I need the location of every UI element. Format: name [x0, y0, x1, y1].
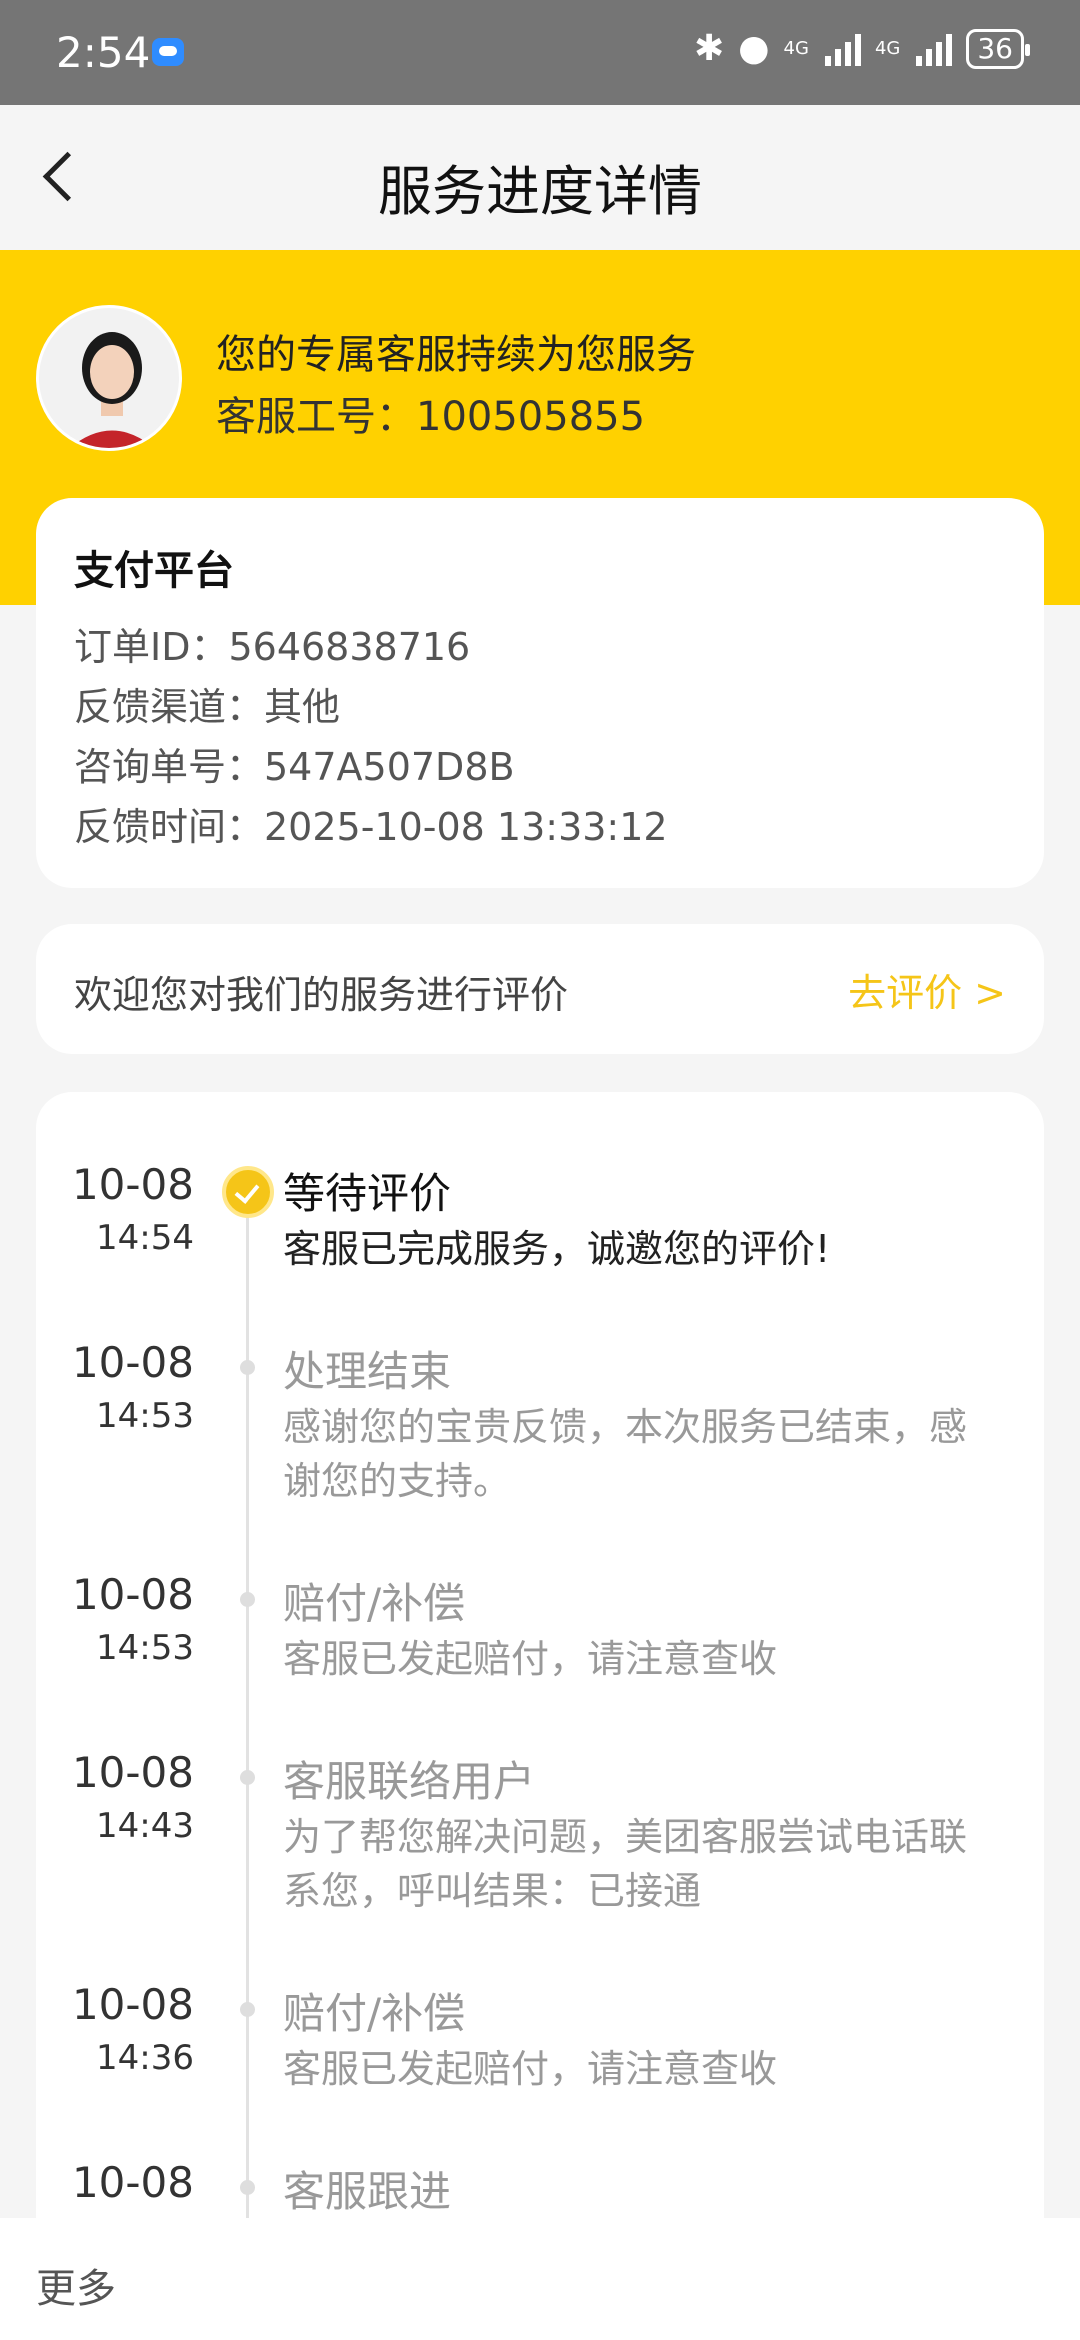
timeline-status: 赔付/补偿: [283, 1989, 466, 2038]
timeline-time: 14:53: [96, 1628, 194, 1668]
battery-icon: 36: [966, 28, 1030, 69]
agent-avatar: [36, 305, 182, 451]
network-type-label-2: 4G: [874, 37, 901, 59]
timeline-time: 14:53: [96, 1396, 194, 1436]
check-circle-icon: [222, 1166, 274, 1218]
timeline-date: 10-08: [71, 1338, 194, 1387]
status-time: 2:54: [56, 28, 151, 77]
network-type-label: 4G: [783, 37, 809, 59]
timeline-status: 客服跟进: [283, 2167, 452, 2216]
status-icons: ✱ ● 4G 4G 36: [693, 28, 1030, 69]
timeline-dot-icon: [240, 1770, 255, 1785]
timeline-date: 10-08: [71, 1980, 194, 2029]
timeline-description: 为了帮您解决问题，美团客服尝试电话联系您，呼叫结果：已接通: [283, 1815, 968, 1913]
timeline-date: 10-08: [71, 1570, 194, 1619]
signal-icon: [824, 32, 861, 66]
timeline-time: 14:43: [96, 1806, 194, 1846]
feedback-channel: 反馈渠道：其他: [74, 685, 341, 729]
order-platform: 支付平台: [74, 548, 234, 594]
rating-prompt: 欢迎您对我们的服务进行评价: [74, 973, 569, 1017]
agent-service-message: 您的专属客服持续为您服务: [216, 332, 696, 378]
agent-id: 客服工号：100505855: [216, 394, 646, 440]
location-icon: ●: [738, 28, 770, 69]
timeline-dot-icon: [240, 1592, 255, 1607]
timeline-status: 等待评价: [283, 1169, 452, 1218]
message-notification-icon: [152, 38, 184, 66]
timeline-dot-icon: [240, 1360, 255, 1375]
feedback-time: 反馈时间：2025-10-08 13:33:12: [74, 805, 668, 849]
timeline-description: 客服已发起赔付，请注意查收: [283, 1637, 778, 1681]
timeline-description: 客服已完成服务，诚邀您的评价!: [283, 1227, 831, 1271]
timeline-status: 客服联络用户: [283, 1757, 536, 1806]
timeline-dot-icon: [240, 2180, 255, 2195]
order-info-card: 支付平台 订单ID：5646838716 反馈渠道：其他 咨询单号：547A50…: [36, 498, 1044, 888]
timeline-time: 14:54: [96, 1218, 194, 1258]
status-bar: 2:54 ✱ ● 4G 4G 36: [0, 0, 1080, 105]
order-id: 订单ID：5646838716: [74, 625, 471, 669]
timeline-time: 14:36: [96, 2038, 194, 2078]
nav-bar: 服务进度详情: [0, 105, 1080, 250]
timeline-description: 客服已发起赔付，请注意查收: [283, 2047, 778, 2091]
page-title: 服务进度详情: [378, 160, 702, 223]
bluetooth-icon: ✱: [693, 28, 725, 69]
rating-card[interactable]: 欢迎您对我们的服务进行评价 去评价 >: [36, 924, 1044, 1054]
timeline-status: 赔付/补偿: [283, 1579, 466, 1628]
progress-timeline: 10-08 14:54 等待评价 客服已完成服务，诚邀您的评价! 10-08 1…: [36, 1092, 1044, 2340]
timeline-line: [246, 1184, 249, 2340]
go-rate-link[interactable]: 去评价 >: [848, 962, 1006, 1017]
bottom-bar: 更多: [0, 2218, 1080, 2340]
timeline-status: 处理结束: [283, 1347, 452, 1396]
service-progress-page: 2:54 ✱ ● 4G 4G 36 服务进度详情 您的专属客服持续为您服务 客服…: [0, 0, 1080, 2340]
timeline-dot-icon: [240, 2002, 255, 2017]
timeline-date: 10-08: [71, 2158, 194, 2207]
timeline-date: 10-08: [71, 1160, 194, 1209]
signal-icon-2: [916, 32, 953, 66]
timeline-date: 10-08: [71, 1748, 194, 1797]
timeline-description: 感谢您的宝贵反馈，本次服务已结束，感谢您的支持。: [283, 1405, 968, 1503]
ticket-number: 咨询单号：547A507D8B: [74, 745, 515, 789]
more-button[interactable]: 更多: [36, 2256, 116, 2314]
